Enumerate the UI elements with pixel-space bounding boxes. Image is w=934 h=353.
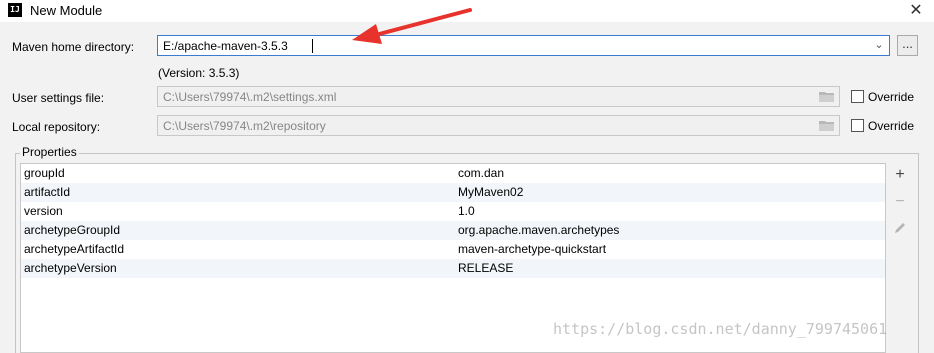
annotation-arrow-icon [352, 8, 472, 44]
